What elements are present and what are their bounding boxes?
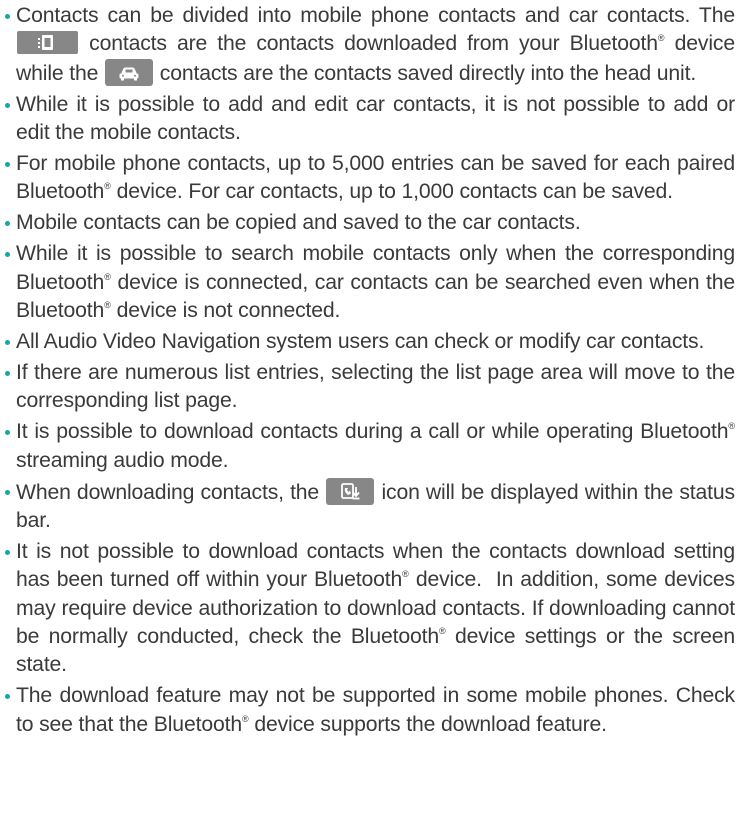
- registered-mark: ®: [439, 626, 446, 637]
- note-download-during-call: It is possible to download contacts duri…: [0, 418, 735, 475]
- registered-mark: ®: [241, 713, 249, 724]
- registered-mark: ®: [657, 33, 665, 44]
- note-text: It is possible to download contacts duri…: [16, 420, 729, 444]
- note-text: When downloading contacts, the: [16, 480, 320, 504]
- note-text: device supports the download feature.: [254, 712, 607, 736]
- note-users: All Audio Video Navigation system users …: [0, 328, 735, 356]
- note-text: Contacts can be divided into mobile phon…: [16, 4, 735, 27]
- notes-page: Contacts can be divided into mobile phon…: [0, 0, 741, 826]
- note-text: device is not connected.: [116, 299, 341, 323]
- contacts-download-icon: [326, 477, 375, 505]
- notes-list: Contacts can be divided into mobile phon…: [0, 2, 735, 739]
- note-download-icon: When downloading contacts, the icon will…: [0, 477, 735, 536]
- note-text: While it is possible to add and edit car…: [16, 92, 735, 145]
- car-icon: [105, 58, 154, 86]
- registered-mark: ®: [104, 181, 111, 192]
- note-capacity: For mobile phone contacts, up to 5,000 e…: [0, 150, 735, 207]
- note-text: All Audio Video Navigation system users …: [16, 329, 705, 353]
- registered-mark: ®: [402, 569, 409, 580]
- note-contact-types: Contacts can be divided into mobile phon…: [0, 2, 735, 88]
- note-copy: Mobile contacts can be copied and saved …: [0, 209, 735, 237]
- registered-mark: ®: [728, 421, 735, 432]
- note-add-edit: While it is possible to add and edit car…: [0, 91, 735, 148]
- note-text: contacts are the contacts downloaded fro…: [89, 32, 658, 56]
- registered-mark: ®: [104, 271, 111, 282]
- note-text: If there are numerous list entries, sele…: [16, 360, 735, 413]
- note-text: Mobile contacts can be copied and saved …: [16, 211, 581, 235]
- note-text: device. For car contacts, up to 1,000 co…: [116, 180, 673, 204]
- note-download-support: The download feature may not be supporte…: [0, 682, 735, 739]
- note-download-setting: It is not possible to download contacts …: [0, 538, 735, 680]
- phone-icon: [17, 31, 78, 55]
- note-list-page: If there are numerous list entries, sele…: [0, 359, 735, 416]
- note-search: While it is possible to search mobile co…: [0, 240, 735, 325]
- note-text: streaming audio mode.: [16, 448, 229, 472]
- registered-mark: ®: [104, 300, 111, 311]
- note-text: contacts are the contacts saved directly…: [159, 61, 697, 85]
